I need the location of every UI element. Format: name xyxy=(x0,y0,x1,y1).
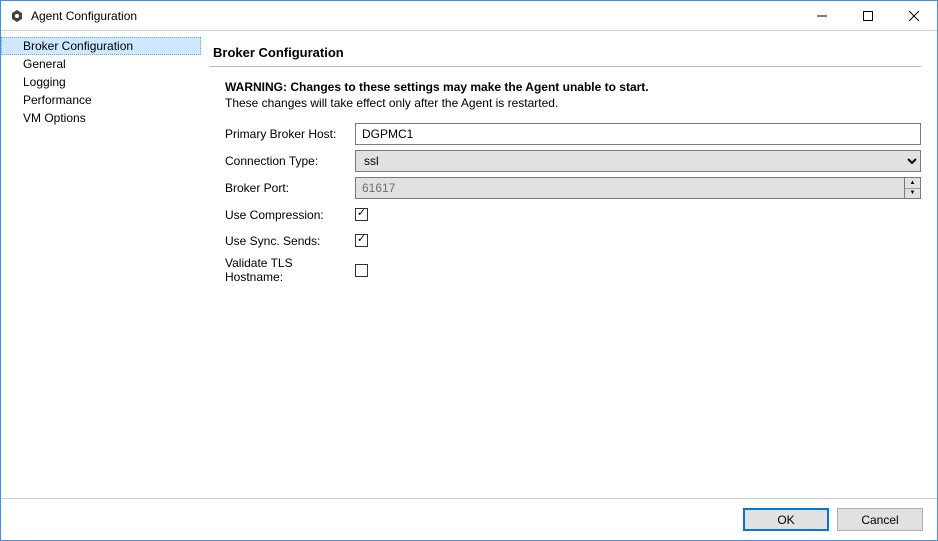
warning-text-bold: WARNING: Changes to these settings may m… xyxy=(225,79,921,95)
maximize-button[interactable] xyxy=(845,1,891,31)
form: Primary Broker Host: Connection Type: ss… xyxy=(209,119,921,289)
content: Broker Configuration WARNING: Changes to… xyxy=(201,31,937,498)
sidebar-item-logging[interactable]: Logging xyxy=(1,73,201,91)
cancel-button[interactable]: Cancel xyxy=(837,508,923,531)
window-controls xyxy=(799,1,937,31)
row-validate-tls-hostname: Validate TLS Hostname: xyxy=(225,256,921,284)
warning-text-sub: These changes will take effect only afte… xyxy=(225,95,921,111)
app-icon xyxy=(9,8,25,24)
label-use-sync-sends: Use Sync. Sends: xyxy=(225,234,355,248)
sidebar-item-vm-options[interactable]: VM Options xyxy=(1,109,201,127)
primary-broker-host-input[interactable] xyxy=(355,123,921,145)
broker-port-step-up[interactable]: ▲ xyxy=(905,178,920,189)
content-header: Broker Configuration xyxy=(209,39,921,67)
row-primary-broker-host: Primary Broker Host: xyxy=(225,123,921,145)
row-connection-type: Connection Type: ssl xyxy=(225,150,921,172)
validate-tls-hostname-checkbox[interactable] xyxy=(355,264,368,277)
use-sync-sends-checkbox[interactable] xyxy=(355,234,368,247)
ok-button[interactable]: OK xyxy=(743,508,829,531)
broker-port-input[interactable] xyxy=(355,177,904,199)
label-primary-broker-host: Primary Broker Host: xyxy=(225,127,355,141)
connection-type-select[interactable]: ssl xyxy=(355,150,921,172)
sidebar-item-broker-configuration[interactable]: Broker Configuration xyxy=(1,37,201,55)
row-broker-port: Broker Port: ▲ ▼ xyxy=(225,177,921,199)
main: Broker Configuration General Logging Per… xyxy=(1,31,937,498)
minimize-button[interactable] xyxy=(799,1,845,31)
label-connection-type: Connection Type: xyxy=(225,154,355,168)
footer: OK Cancel xyxy=(1,498,937,540)
close-button[interactable] xyxy=(891,1,937,31)
label-broker-port: Broker Port: xyxy=(225,181,355,195)
broker-port-spinner: ▲ ▼ xyxy=(904,177,921,199)
label-use-compression: Use Compression: xyxy=(225,208,355,222)
broker-port-step-down[interactable]: ▼ xyxy=(905,189,920,199)
sidebar: Broker Configuration General Logging Per… xyxy=(1,31,201,498)
sidebar-item-performance[interactable]: Performance xyxy=(1,91,201,109)
window-title: Agent Configuration xyxy=(31,9,799,23)
titlebar: Agent Configuration xyxy=(1,1,937,31)
sidebar-item-general[interactable]: General xyxy=(1,55,201,73)
row-use-compression: Use Compression: xyxy=(225,204,921,225)
warning-block: WARNING: Changes to these settings may m… xyxy=(209,79,921,111)
row-use-sync-sends: Use Sync. Sends: xyxy=(225,230,921,251)
label-validate-tls-hostname: Validate TLS Hostname: xyxy=(225,256,355,284)
use-compression-checkbox[interactable] xyxy=(355,208,368,221)
